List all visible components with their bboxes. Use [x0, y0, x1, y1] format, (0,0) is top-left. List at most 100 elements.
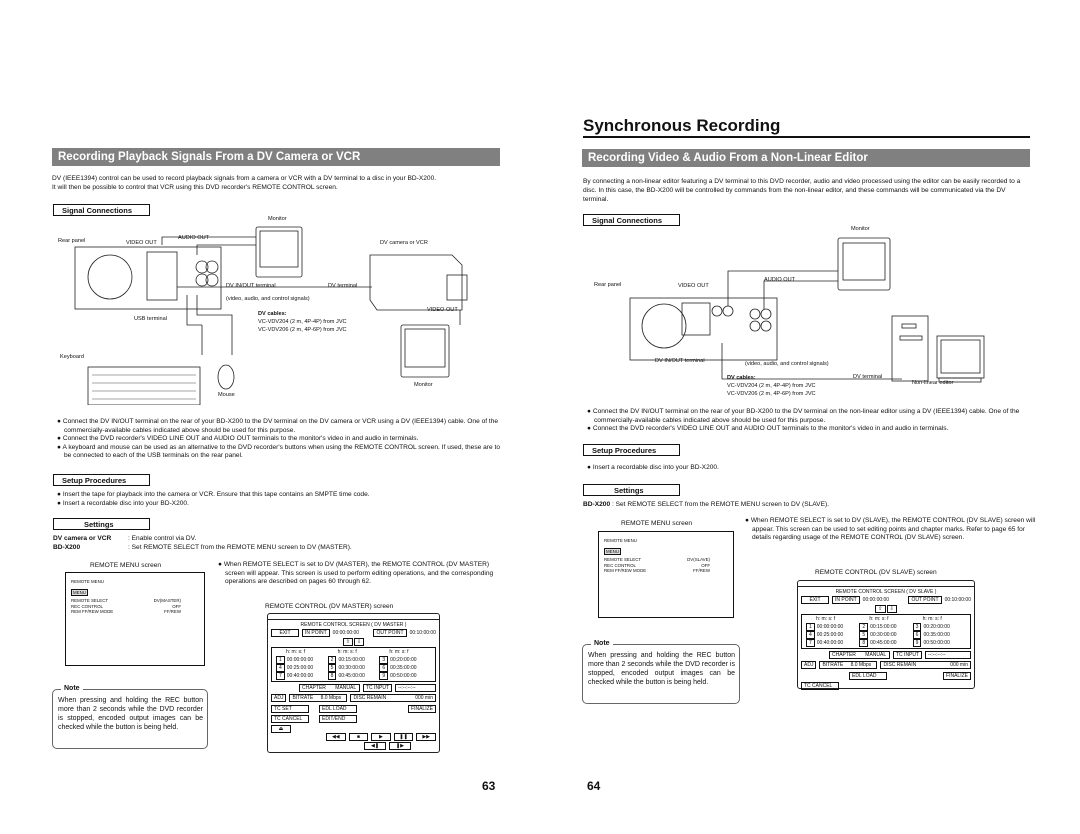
- tc-cancel-button[interactable]: TC CANCEL: [801, 682, 839, 690]
- down-arrow-button[interactable]: ⇩: [886, 605, 897, 613]
- chapter-entry[interactable]: 8 00:45:00:00: [327, 672, 380, 680]
- time-header: h: m: s: f: [816, 616, 836, 622]
- tc-cancel-button[interactable]: TC CANCEL: [271, 715, 309, 723]
- menu-row[interactable]: REM FF/REW MODE FF/REW: [71, 609, 199, 615]
- up-arrow-button[interactable]: ⇧: [875, 605, 886, 613]
- chapter-number[interactable]: 9: [379, 672, 389, 680]
- chapter-entry[interactable]: 3 00:20:00:00: [379, 656, 431, 664]
- step-forward-button[interactable]: ❚▶: [389, 742, 411, 750]
- play-button[interactable]: ▶: [371, 733, 391, 741]
- adj-button[interactable]: ADJ: [271, 694, 287, 702]
- bullet: ● When REMOTE SELECT is set to DV (MASTE…: [218, 561, 494, 586]
- bitrate-row: ADJ BITRATE 8.0 Mbps DISC REMAIN 000 min: [271, 694, 436, 702]
- chapter-label: CHAPTER: [302, 685, 326, 691]
- chapter-entry[interactable]: 1 00:00:00:00: [806, 623, 859, 631]
- tc-input-field[interactable]: --:--:--:--: [395, 684, 436, 692]
- label-dv-terminal: DV terminal: [853, 374, 883, 380]
- rewind-button[interactable]: ◀◀: [326, 733, 346, 741]
- down-arrow-button[interactable]: ⇩: [354, 638, 365, 646]
- chapter-entry[interactable]: 7 00:40:00:00: [806, 639, 859, 647]
- pause-button[interactable]: ❚❚: [393, 733, 414, 741]
- section-settings: Settings: [53, 518, 150, 530]
- chapter-number[interactable]: 9: [912, 639, 922, 647]
- in-point-button[interactable]: IN POINT: [302, 629, 330, 637]
- intro-text: By connecting a non-linear editor featur…: [583, 178, 1021, 203]
- finalize-button[interactable]: FINALIZE: [408, 705, 436, 713]
- menu-tab[interactable]: MENU: [604, 548, 621, 555]
- edl-load-button[interactable]: EDL LOAD: [319, 705, 357, 713]
- chapter-entry[interactable]: 4 00:25:00:00: [276, 664, 328, 672]
- chapter-entry[interactable]: 2 00:15:00:00: [327, 656, 380, 664]
- finalize-button[interactable]: FINALIZE: [943, 672, 971, 680]
- button-row: EDL LOAD FINALIZE: [801, 672, 971, 680]
- chapter-number[interactable]: 6: [379, 664, 389, 672]
- edit-end-button[interactable]: EDIT/END: [319, 715, 357, 723]
- chapter-mode: CHAPTER MANUAL: [829, 651, 890, 659]
- tc-set-button[interactable]: TC SET: [271, 705, 309, 713]
- chapter-number[interactable]: 2: [859, 623, 869, 631]
- title-rule: [583, 136, 1030, 138]
- chapter-number[interactable]: 5: [859, 631, 869, 639]
- tc-input-button[interactable]: TC INPUT: [893, 651, 923, 659]
- label-camera-video-out: VIDEO OUT: [427, 307, 458, 313]
- note-text: When pressing and holding the REC button…: [588, 652, 735, 686]
- chapter-number[interactable]: 1: [276, 656, 285, 664]
- chapter-time: 00:40:00:00: [816, 640, 844, 646]
- chapter-entry[interactable]: 9 00:50:00:00: [379, 672, 431, 680]
- chapter-entry[interactable]: 7 00:40:00:00: [276, 672, 328, 680]
- chapter-entry[interactable]: 5 00:30:00:00: [859, 631, 912, 639]
- chapter-number[interactable]: 3: [379, 656, 389, 664]
- disc-remain-value: 000 min: [950, 662, 968, 668]
- editor-monitor-illustration: [936, 335, 985, 379]
- chapter-entry[interactable]: 1 00:00:00:00: [276, 656, 328, 664]
- bullet: ● Connect the DVD recorder's VIDEO LINE …: [57, 435, 419, 443]
- settings-list: DV camera or VCR: Enable control via DV.…: [53, 534, 352, 552]
- chapter-entry[interactable]: 2 00:15:00:00: [859, 623, 912, 631]
- chapter-number[interactable]: 4: [276, 664, 285, 672]
- edl-load-button[interactable]: EDL LOAD: [849, 672, 887, 680]
- stop-button[interactable]: ■: [348, 733, 369, 741]
- chapter-number[interactable]: 7: [276, 672, 285, 680]
- rc-body: REMOTE CONTROL SCREEN ( DV SLAVE ) EXIT IN…: [798, 587, 974, 692]
- out-point-button[interactable]: OUT POINT: [373, 629, 407, 637]
- page-number: 64: [587, 779, 601, 793]
- status-row: CHAPTER MANUAL TC INPUT --:--:--:--: [271, 684, 436, 692]
- tc-input-field[interactable]: --:--:--:--: [925, 651, 971, 659]
- label-video-out: VIDEO OUT: [126, 240, 157, 246]
- chapter-number[interactable]: 5: [327, 664, 337, 672]
- chapter-entry[interactable]: 9 00:50:00:00: [912, 639, 966, 647]
- chapter-time: 00:20:00:00: [923, 624, 950, 630]
- manual-spread: Synchronous Recording Recording Playback…: [0, 0, 1080, 834]
- section-banner: Recording Playback Signals From a DV Cam…: [52, 148, 500, 166]
- exit-button[interactable]: EXIT: [271, 629, 299, 637]
- chapter-number[interactable]: 1: [806, 623, 815, 631]
- menu-row[interactable]: REM FF/REW MODE FF/REW: [604, 568, 728, 574]
- chapter-number[interactable]: 6: [912, 631, 922, 639]
- chapter-number[interactable]: 7: [806, 639, 815, 647]
- chapter-entry[interactable]: 3 00:20:00:00: [912, 623, 966, 631]
- label-signals: (video, audio, and control signals): [226, 296, 310, 302]
- chapter-entry[interactable]: 8 00:45:00:00: [859, 639, 912, 647]
- fast-forward-button[interactable]: ▶▶: [416, 733, 436, 741]
- in-point-button[interactable]: IN POINT: [832, 596, 860, 604]
- label-video-out: VIDEO OUT: [678, 283, 709, 289]
- chapter-entry[interactable]: 6 00:35:00:00: [379, 664, 431, 672]
- chapter-number[interactable]: 8: [859, 639, 869, 647]
- chapter-number[interactable]: 2: [327, 656, 337, 664]
- chapter-entry[interactable]: 5 00:30:00:00: [327, 664, 380, 672]
- chapter-entry[interactable]: 4 00:25:00:00: [806, 631, 859, 639]
- chapter-number[interactable]: 8: [327, 672, 337, 680]
- adj-button[interactable]: ADJ: [801, 661, 817, 669]
- exit-button[interactable]: EXIT: [801, 596, 829, 604]
- up-arrow-button[interactable]: ⇧: [342, 638, 353, 646]
- chapter-number[interactable]: 3: [912, 623, 922, 631]
- chapter-time: 00:25:00:00: [816, 632, 844, 638]
- eject-button[interactable]: ⏏: [271, 725, 291, 733]
- chapter-number[interactable]: 4: [806, 631, 815, 639]
- tc-input-button[interactable]: TC INPUT: [363, 684, 393, 692]
- chapter-entry[interactable]: 6 00:35:00:00: [912, 631, 966, 639]
- step-back-button[interactable]: ◀❚: [364, 742, 386, 750]
- menu-item-value: FF/REW: [164, 609, 181, 615]
- menu-tab[interactable]: MENU: [71, 589, 88, 596]
- out-point-button[interactable]: OUT POINT: [908, 596, 942, 604]
